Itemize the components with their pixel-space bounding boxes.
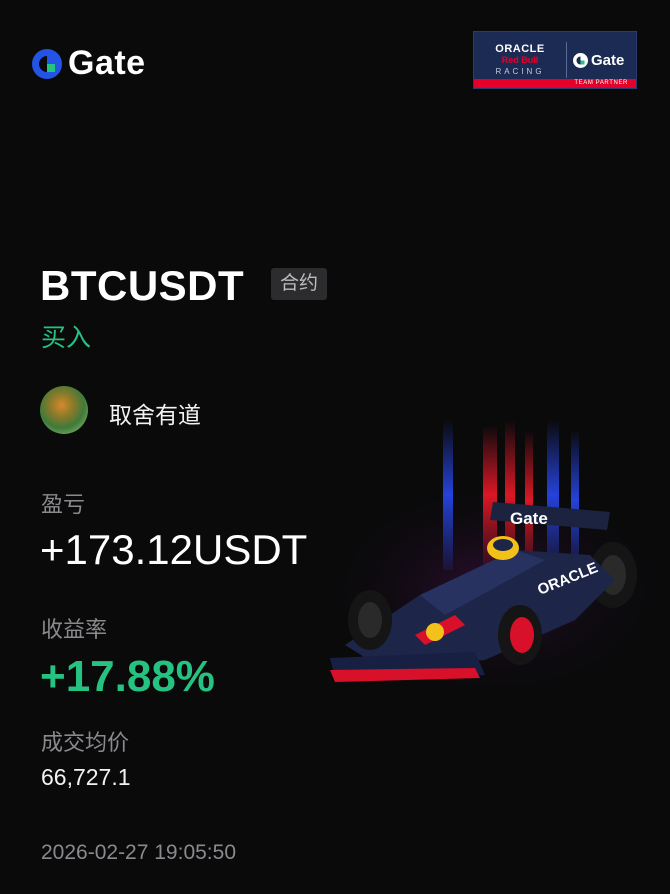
timestamp: 2026-02-27 19:05:50 <box>41 841 236 864</box>
badge-divider <box>566 42 567 78</box>
badge-subtitle: TEAM PARTNER <box>474 79 636 88</box>
svg-text:Gate: Gate <box>510 509 548 528</box>
badge-racing: RACING <box>495 66 545 76</box>
partner-badge: ORACLE Red Bull RACING Gate TEAM PARTNER <box>473 31 637 89</box>
badge-gate-text: Gate <box>591 51 625 69</box>
gate-badge-icon <box>573 52 588 68</box>
pnl-value: +173.12USDT <box>40 526 308 573</box>
trading-pair: BTCUSDT <box>40 262 245 309</box>
brand-name: Gate <box>68 44 146 82</box>
trade-side: 买入 <box>41 324 92 352</box>
avatar <box>40 386 88 434</box>
pnl-label: 盈亏 <box>41 492 86 517</box>
avg-price-value: 66,727.1 <box>41 764 131 790</box>
username: 取舍有道 <box>109 402 201 428</box>
avg-price-label: 成交均价 <box>41 730 130 755</box>
return-rate-value: +17.88% <box>40 652 215 701</box>
gate-logo-icon <box>32 48 62 79</box>
contract-tag: 合约 <box>271 268 328 300</box>
f1-car-illustration: Gate ORACLE <box>325 420 665 700</box>
badge-oracle: ORACLE <box>495 42 545 55</box>
return-rate-label: 收益率 <box>41 617 108 642</box>
badge-redbull: Red Bull <box>501 54 539 65</box>
gate-logo: Gate <box>32 44 146 83</box>
